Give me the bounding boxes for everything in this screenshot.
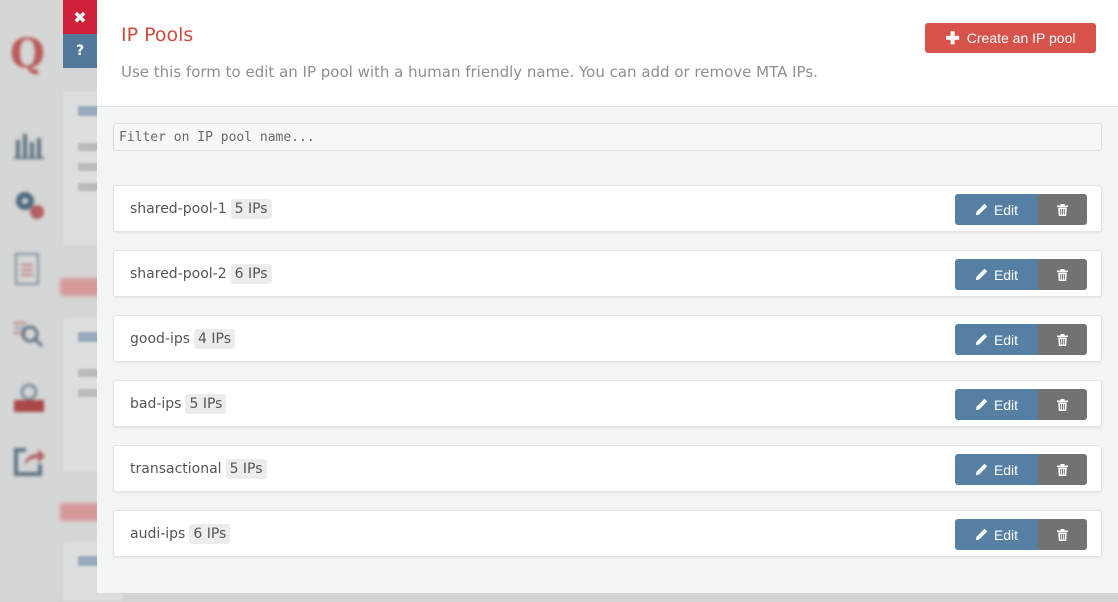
edit-button[interactable]: Edit: [955, 519, 1038, 550]
delete-button[interactable]: [1038, 259, 1087, 290]
pencil-icon: [975, 203, 988, 216]
delete-button[interactable]: [1038, 194, 1087, 225]
pool-name: shared-pool-2: [130, 266, 227, 282]
filter-input[interactable]: [113, 123, 1102, 151]
app-logo: Q: [10, 30, 45, 77]
trash-icon: [1057, 528, 1068, 541]
pool-actions: Edit: [955, 194, 1087, 225]
delete-button[interactable]: [1038, 454, 1087, 485]
panel-header: IP Pools Use this form to edit an IP poo…: [97, 0, 1118, 107]
background-heading: [60, 278, 100, 296]
background-heading: [60, 503, 100, 521]
create-ip-pool-button[interactable]: ✚ Create an IP pool: [925, 23, 1096, 53]
export-icon: [12, 444, 46, 478]
delete-button[interactable]: [1038, 389, 1087, 420]
pencil-icon: [975, 528, 988, 541]
delete-button[interactable]: [1038, 519, 1087, 550]
pencil-icon: [975, 463, 988, 476]
search-report-icon: [12, 318, 46, 352]
pool-row: good-ips 4 IPs Edit: [113, 315, 1102, 362]
edit-label: Edit: [993, 526, 1019, 543]
trash-icon: [1057, 333, 1068, 346]
ip-count-badge: 6 IPs: [230, 264, 272, 284]
edit-button[interactable]: Edit: [955, 259, 1038, 290]
pool-row: shared-pool-1 5 IPs Edit: [113, 185, 1102, 232]
pool-name: shared-pool-1: [130, 201, 227, 217]
trash-icon: [1057, 463, 1068, 476]
pool-actions: Edit: [955, 519, 1087, 550]
ip-count-badge: 5 IPs: [185, 394, 227, 414]
pencil-icon: [975, 333, 988, 346]
trash-icon: [1057, 398, 1068, 411]
help-button[interactable]: ?: [63, 34, 97, 68]
pool-name: transactional: [130, 461, 222, 477]
edit-label: Edit: [993, 201, 1019, 218]
pool-name: good-ips: [130, 331, 191, 347]
close-button[interactable]: ✖: [63, 0, 97, 34]
edit-label: Edit: [993, 266, 1019, 283]
inbox-icon: [12, 382, 46, 416]
pool-actions: Edit: [955, 389, 1087, 420]
help-icon: ?: [75, 43, 85, 59]
pool-name: bad-ips: [130, 396, 182, 412]
edit-label: Edit: [993, 396, 1019, 413]
chart-icon: [12, 128, 46, 162]
edit-label: Edit: [993, 461, 1019, 478]
pool-actions: Edit: [955, 324, 1087, 355]
close-icon: ✖: [73, 7, 87, 27]
pool-actions: Edit: [955, 259, 1087, 290]
edit-button[interactable]: Edit: [955, 324, 1038, 355]
trash-icon: [1057, 268, 1068, 281]
edit-button[interactable]: Edit: [955, 389, 1038, 420]
pool-row: transactional 5 IPs Edit: [113, 445, 1102, 492]
plus-icon: ✚: [945, 28, 960, 48]
document-icon: [12, 252, 46, 286]
pool-row: audi-ips 6 IPs Edit: [113, 510, 1102, 557]
delete-button[interactable]: [1038, 324, 1087, 355]
pool-name: audi-ips: [130, 526, 186, 542]
pool-row: shared-pool-2 6 IPs Edit: [113, 250, 1102, 297]
pencil-icon: [975, 268, 988, 281]
settings-icon: [12, 188, 46, 222]
create-ip-pool-label: Create an IP pool: [966, 30, 1076, 46]
pencil-icon: [975, 398, 988, 411]
edit-button[interactable]: Edit: [955, 454, 1038, 485]
ip-pools-panel: IP Pools Use this form to edit an IP poo…: [97, 0, 1118, 593]
edit-button[interactable]: Edit: [955, 194, 1038, 225]
pool-actions: Edit: [955, 454, 1087, 485]
ip-count-badge: 5 IPs: [230, 199, 272, 219]
page-subtitle: Use this form to edit an IP pool with a …: [121, 63, 818, 81]
page-title: IP Pools: [121, 24, 194, 46]
pool-row: bad-ips 5 IPs Edit: [113, 380, 1102, 427]
ip-count-badge: 4 IPs: [194, 329, 236, 349]
ip-count-badge: 5 IPs: [225, 459, 267, 479]
ip-count-badge: 6 IPs: [189, 524, 231, 544]
edit-label: Edit: [993, 331, 1019, 348]
trash-icon: [1057, 203, 1068, 216]
